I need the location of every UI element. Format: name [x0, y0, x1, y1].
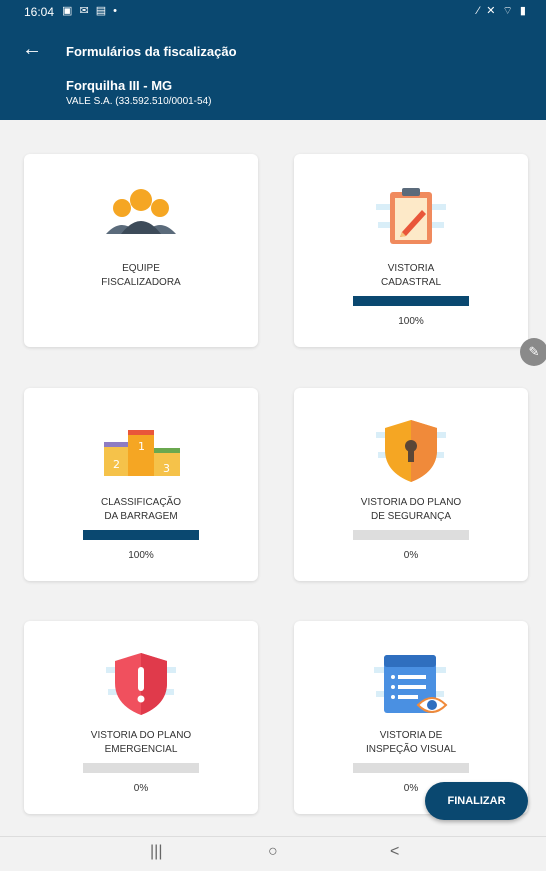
card-equipe-fiscalizadora[interactable]: EQUIPE FISCALIZADORA — [24, 154, 258, 347]
svg-text:2: 2 — [113, 458, 120, 471]
progress-bar — [83, 763, 199, 773]
progress-bar — [353, 763, 469, 773]
card-vistoria-cadastral[interactable]: VISTORIA CADASTRAL 100% — [294, 154, 528, 347]
svg-text:1: 1 — [138, 440, 145, 453]
svg-text:3: 3 — [163, 462, 170, 475]
progress-fill — [353, 296, 469, 306]
card-label: VISTORIA DO PLANO EMERGENCIAL — [90, 730, 192, 755]
shield-lock-icon — [294, 416, 528, 486]
progress-fill — [83, 530, 199, 540]
page-title: Formulários da fiscalização — [66, 44, 237, 59]
progress-percent: 100% — [398, 316, 424, 327]
edit-pencil-icon[interactable]: ✎ — [520, 338, 546, 366]
status-time: 16:04 — [24, 5, 55, 19]
shield-alert-icon — [24, 649, 258, 719]
back-nav-icon[interactable]: < — [390, 843, 399, 861]
status-bar: 16:04 ▣ ✉ ▤ • ⁄ ✕ ⌔ ▮ — [0, 0, 546, 26]
card-label: CLASSIFICAÇÃO DA BARRAGEM — [100, 497, 182, 522]
notification-icons: ▣ ✉ ▤ • — [62, 5, 120, 17]
progress-bar — [353, 530, 469, 540]
progress-percent: 0% — [403, 550, 419, 561]
progress-bar — [353, 296, 469, 306]
team-icon — [24, 182, 258, 252]
back-arrow-icon[interactable]: ← — [22, 38, 42, 61]
form-eye-icon — [294, 649, 528, 719]
clipboard-pencil-icon — [294, 182, 528, 252]
card-label: VISTORIA CADASTRAL — [380, 263, 441, 288]
system-nav-bar: ||| ○ < — [0, 836, 546, 871]
company-info: VALE S.A. (33.592.510/0001-54) — [66, 96, 212, 107]
progress-bar — [83, 530, 199, 540]
finalizar-button[interactable]: FINALIZAR — [425, 782, 528, 820]
progress-percent: 0% — [133, 783, 149, 794]
card-label: VISTORIA DO PLANO DE SEGURANÇA — [360, 497, 462, 522]
card-plano-seguranca[interactable]: VISTORIA DO PLANO DE SEGURANÇA 0% — [294, 388, 528, 581]
dam-name: Forquilha III - MG — [66, 78, 173, 93]
card-classificacao-barragem[interactable]: 1 2 3 CLASSIFICAÇÃO DA BARRAGEM 100% — [24, 388, 258, 581]
recent-apps-icon[interactable]: ||| — [150, 843, 162, 861]
progress-percent: 100% — [128, 550, 154, 561]
system-status-icons: ⁄ ✕ ⌔ ▮ — [477, 5, 528, 17]
podium-icon: 1 2 3 — [24, 416, 258, 486]
card-plano-emergencial[interactable]: VISTORIA DO PLANO EMERGENCIAL 0% — [24, 621, 258, 814]
card-label: VISTORIA DE INSPEÇÃO VISUAL — [365, 730, 457, 755]
app-header: ← Formulários da fiscalização Forquilha … — [0, 26, 546, 120]
card-label: EQUIPE FISCALIZADORA — [101, 263, 181, 288]
home-icon[interactable]: ○ — [268, 843, 278, 861]
